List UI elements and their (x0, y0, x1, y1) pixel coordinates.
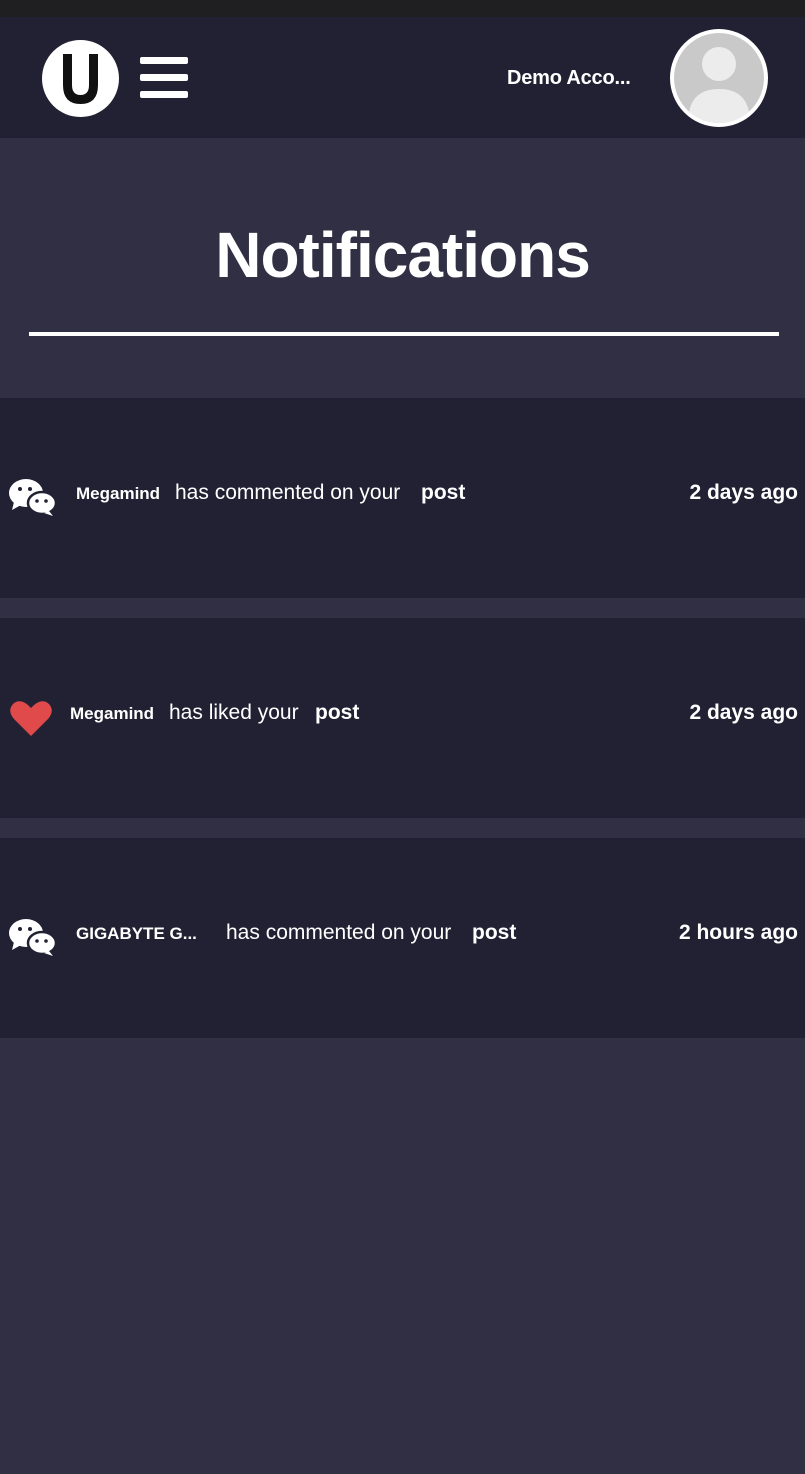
notification-target-link[interactable]: post (315, 701, 359, 725)
notification-item[interactable]: Megamind has commented on your post 2 da… (0, 398, 805, 598)
hamburger-menu-icon[interactable] (140, 57, 188, 98)
notification-target-link[interactable]: post (421, 481, 465, 505)
notification-user[interactable]: Megamind (76, 484, 160, 504)
notification-user[interactable]: GIGABYTE G... (76, 924, 197, 944)
heart-icon (10, 700, 52, 741)
user-silhouette-icon (674, 33, 764, 123)
status-strip (0, 0, 805, 17)
notification-user[interactable]: Megamind (70, 704, 154, 724)
notification-action: has commented on your (175, 481, 401, 504)
notification-time: 2 days ago (689, 701, 798, 724)
chat-icon (9, 918, 58, 961)
notification-item[interactable]: GIGABYTE G... has commented on your post… (0, 838, 805, 1038)
avatar[interactable] (670, 29, 768, 127)
app-header: Demo Acco... (0, 17, 805, 138)
notification-item[interactable]: Megamind has liked your post 2 days ago (0, 618, 805, 818)
notification-target-link[interactable]: post (472, 921, 516, 945)
notification-action: has commented on your (226, 921, 452, 944)
notification-time: 2 days ago (689, 481, 798, 504)
title-divider (29, 332, 779, 336)
notification-time: 2 hours ago (678, 921, 798, 944)
logo-u-icon (63, 54, 98, 104)
notification-action: has liked your (169, 701, 299, 724)
page-title: Notifications (215, 219, 591, 291)
logo[interactable] (42, 40, 119, 117)
account-name[interactable]: Demo Acco... (507, 67, 637, 90)
chat-icon (9, 478, 58, 521)
